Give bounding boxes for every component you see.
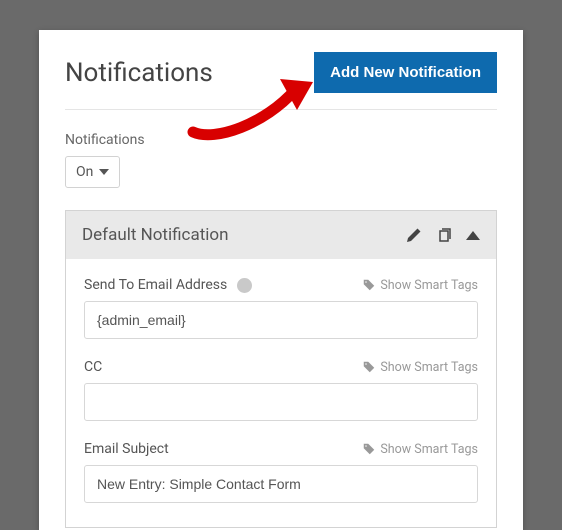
email-subject-input[interactable]: [84, 465, 478, 503]
toggle-value: On: [76, 164, 93, 180]
tag-icon: [363, 361, 375, 373]
field-label: Email Subject: [84, 441, 169, 457]
notifications-toggle[interactable]: On: [65, 156, 120, 188]
chevron-down-icon: [99, 169, 109, 175]
notifications-toggle-section: Notifications On: [65, 132, 497, 188]
panel-header: Notifications Add New Notification: [65, 52, 497, 110]
block-body: Send To Email Address Show Smart Tags CC: [66, 259, 496, 527]
block-title: Default Notification: [82, 225, 228, 245]
show-smart-tags-link[interactable]: Show Smart Tags: [363, 442, 478, 457]
cc-input[interactable]: [84, 383, 478, 421]
toggle-label: Notifications: [65, 132, 497, 148]
help-icon[interactable]: [237, 278, 252, 293]
field-send-to: Send To Email Address Show Smart Tags: [84, 277, 478, 339]
show-smart-tags-link[interactable]: Show Smart Tags: [363, 278, 478, 293]
send-to-input[interactable]: [84, 301, 478, 339]
tag-icon: [363, 279, 375, 291]
copy-icon[interactable]: [436, 227, 452, 243]
show-smart-tags-link[interactable]: Show Smart Tags: [363, 360, 478, 375]
tag-icon: [363, 443, 375, 455]
collapse-icon[interactable]: [466, 231, 480, 240]
pencil-icon[interactable]: [406, 227, 422, 243]
add-new-notification-button[interactable]: Add New Notification: [314, 52, 497, 93]
settings-panel: Notifications Add New Notification Notif…: [39, 30, 523, 530]
block-actions: [406, 227, 480, 243]
field-label: Send To Email Address: [84, 277, 252, 293]
field-email-subject: Email Subject Show Smart Tags: [84, 441, 478, 503]
page-title: Notifications: [65, 58, 213, 88]
field-label: CC: [84, 359, 102, 375]
field-cc: CC Show Smart Tags: [84, 359, 478, 421]
notification-block: Default Notification Send To Email Addre…: [65, 210, 497, 528]
block-header: Default Notification: [66, 211, 496, 259]
